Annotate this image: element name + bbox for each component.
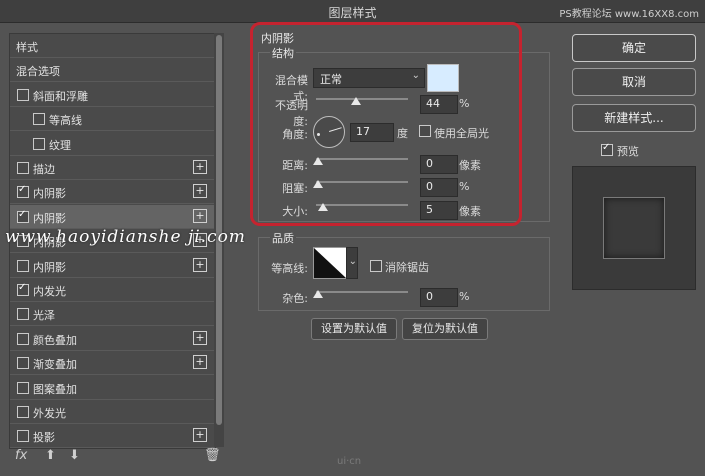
style-checkbox[interactable] [17, 333, 29, 345]
style-list-item[interactable]: 外发光 [10, 400, 215, 424]
style-list-item[interactable]: 内发光 [10, 278, 215, 302]
style-list-label: 等高线 [49, 114, 82, 127]
style-list-item[interactable]: 光泽 [10, 302, 215, 326]
style-list-item[interactable]: 颜色叠加 + [10, 327, 215, 351]
style-list-item[interactable]: 图案叠加 [10, 376, 215, 400]
style-list-label: 斜面和浮雕 [33, 90, 88, 103]
contour-label: 等高线: [271, 262, 308, 275]
noise-input[interactable]: 0 [420, 288, 458, 307]
add-effect-icon[interactable]: + [193, 355, 207, 369]
preview-checkbox[interactable] [601, 142, 613, 156]
style-list-divider [10, 203, 215, 204]
style-list-label: 内阴影 [33, 261, 66, 274]
style-list-item[interactable]: 描边 + [10, 156, 215, 180]
make-default-button[interactable]: 设置为默认值 [311, 318, 397, 340]
contour-curve-icon [314, 248, 346, 278]
cancel-button[interactable]: 取消 [572, 68, 696, 96]
style-list-divider [10, 325, 215, 326]
style-list-item[interactable]: 内阴影 + [10, 180, 215, 204]
style-list-label: 渐变叠加 [33, 358, 77, 371]
style-list-item[interactable]: 投影 + [10, 424, 215, 448]
style-list-label: 样式 [16, 41, 38, 54]
style-list-label: 图案叠加 [33, 383, 77, 396]
trash-icon[interactable]: 🗑 [204, 448, 221, 463]
noise-unit: % [459, 290, 470, 303]
preview-thumbnail [603, 197, 665, 259]
preview-label: 预览 [617, 145, 639, 158]
add-effect-icon[interactable]: + [193, 209, 207, 223]
style-list-item[interactable]: 内阴影 + [10, 254, 215, 278]
style-list-divider [10, 81, 215, 82]
style-list-label: 纹理 [49, 139, 71, 152]
style-checkbox[interactable] [17, 260, 29, 272]
antialias-checkbox[interactable] [370, 260, 382, 272]
style-list-item[interactable]: 混合选项 [10, 58, 215, 82]
style-checkbox[interactable] [33, 113, 45, 125]
style-list-label: 颜色叠加 [33, 334, 77, 347]
antialias-label: 消除锯齿 [385, 261, 429, 274]
style-checkbox[interactable] [17, 162, 29, 174]
noise-label: 杂色: [282, 292, 308, 305]
style-checkbox[interactable] [17, 89, 29, 101]
style-list-label: 内阴影 [33, 187, 66, 200]
style-list-divider [10, 374, 215, 375]
style-checkbox[interactable] [17, 184, 29, 198]
style-list-label: 混合选项 [16, 65, 60, 78]
style-list-item[interactable]: 斜面和浮雕 [10, 83, 215, 107]
style-list-label: 投影 [33, 431, 55, 444]
style-list-item[interactable]: 等高线 [10, 107, 215, 131]
style-list-divider [10, 252, 215, 253]
style-checkbox[interactable] [17, 282, 29, 296]
style-list-divider [10, 130, 215, 131]
watermark-logo: ui·cn [337, 456, 362, 467]
add-effect-icon[interactable]: + [193, 184, 207, 198]
style-list-label: 内阴影 [33, 212, 66, 225]
style-checkbox[interactable] [17, 209, 29, 223]
style-list-label: 内发光 [33, 285, 66, 298]
reset-default-button[interactable]: 复位为默认值 [402, 318, 488, 340]
style-list-item[interactable]: 纹理 [10, 132, 215, 156]
chevron-down-icon: ⌄ [348, 256, 357, 267]
style-list-item[interactable]: 样式 [10, 34, 215, 58]
add-effect-icon[interactable]: + [193, 258, 207, 272]
ok-button[interactable]: 确定 [572, 34, 696, 62]
fx-button[interactable]: fx [15, 448, 27, 463]
contour-dropdown[interactable]: ⌄ [346, 247, 358, 279]
style-list-label: 描边 [33, 163, 55, 176]
style-list-label: 光泽 [33, 309, 55, 322]
highlight-annotation [250, 22, 522, 226]
style-checkbox[interactable] [17, 308, 29, 320]
move-up-icon[interactable]: ⬆ [45, 448, 56, 463]
noise-value: 0 [426, 290, 433, 303]
move-down-icon[interactable]: ⬇ [69, 448, 80, 463]
style-checkbox[interactable] [17, 382, 29, 394]
style-checkbox[interactable] [17, 357, 29, 369]
title-bar: 图层样式 PS教程论坛 www.16XX8.com [0, 0, 705, 23]
contour-picker[interactable] [313, 247, 347, 279]
style-list-item[interactable]: 渐变叠加 + [10, 351, 215, 375]
bottom-toolbar: fx ⬆ ⬇ 🗑 [9, 446, 224, 470]
style-checkbox[interactable] [17, 406, 29, 418]
style-checkbox[interactable] [17, 430, 29, 442]
add-effect-icon[interactable]: + [193, 428, 207, 442]
quality-title: 品质 [270, 230, 296, 246]
style-list-item[interactable]: 内阴影 + [10, 205, 215, 229]
style-list-label: 外发光 [33, 407, 66, 420]
watermark-top: PS教程论坛 www.16XX8.com [559, 9, 699, 20]
style-checkbox[interactable] [33, 138, 45, 150]
add-effect-icon[interactable]: + [193, 160, 207, 174]
add-effect-icon[interactable]: + [193, 331, 207, 345]
watermark-middle: www.haoyidianshe ji.com [5, 227, 246, 247]
noise-slider-handle[interactable] [313, 290, 323, 298]
noise-slider-track[interactable] [316, 291, 408, 293]
style-preview [572, 166, 696, 290]
new-style-button[interactable]: 新建样式... [572, 104, 696, 132]
